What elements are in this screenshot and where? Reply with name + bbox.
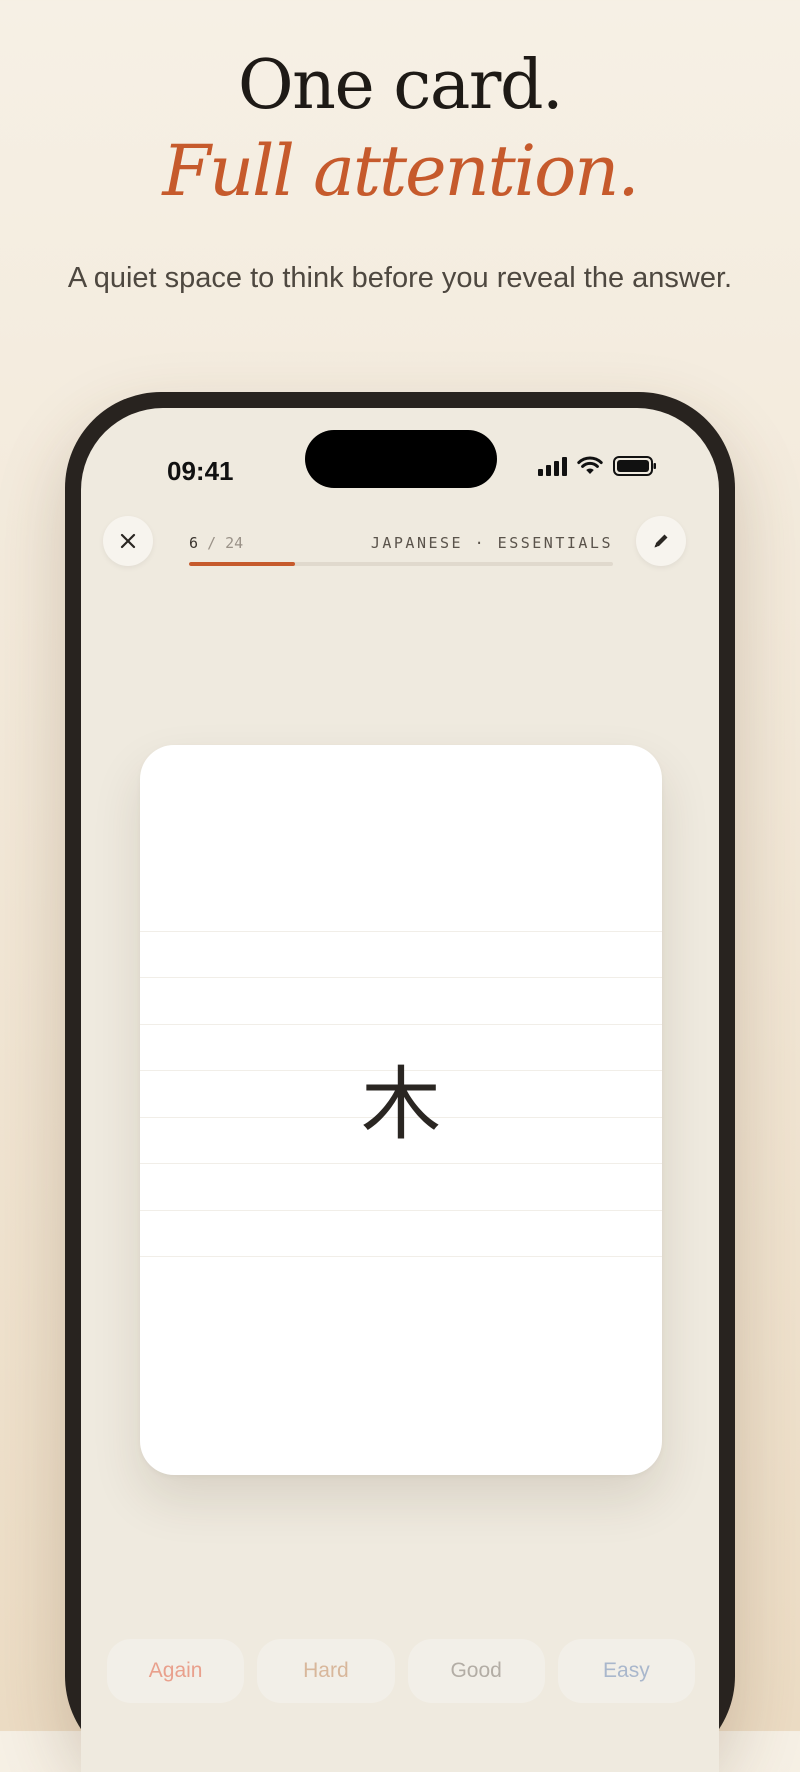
good-button[interactable]: Good	[407, 1639, 545, 1703]
phone-frame: 09:41 6 / 24 JAPANESE · ESSENTIALS 木 Aga…	[65, 392, 735, 1772]
pencil-icon	[654, 534, 668, 548]
dynamic-island	[305, 430, 497, 488]
cellular-signal-icon	[538, 456, 567, 476]
card-rule-line	[140, 931, 662, 932]
card-rule-line	[140, 1163, 662, 1164]
easy-button[interactable]: Easy	[557, 1639, 695, 1703]
battery-icon	[613, 456, 656, 476]
status-icons	[538, 452, 657, 480]
counter-total: 24	[225, 534, 244, 552]
headline-line-1: One card.	[237, 46, 564, 125]
card-rule-line	[140, 1256, 662, 1257]
counter-separator: /	[207, 534, 217, 552]
subtitle: A quiet space to think before you reveal…	[67, 262, 733, 294]
card-front-text: 木	[361, 1058, 441, 1151]
headline-line-2: Full attention.	[162, 130, 639, 212]
card-rule-line	[140, 1210, 662, 1211]
card-rule-line	[140, 1024, 662, 1025]
status-time: 09:41	[167, 456, 234, 486]
progress-track	[189, 562, 613, 566]
hard-button[interactable]: Hard	[257, 1639, 395, 1703]
headline: One card. Full attention.	[0, 46, 800, 212]
close-icon	[120, 533, 136, 549]
again-button[interactable]: Again	[107, 1639, 245, 1703]
phone-screen: 09:41 6 / 24 JAPANESE · ESSENTIALS 木 Aga…	[81, 408, 719, 1772]
card-counter: 6 / 24	[189, 534, 243, 552]
flashcard[interactable]: 木	[140, 745, 662, 1475]
deck-name: JAPANESE · ESSENTIALS	[370, 534, 613, 552]
wifi-icon	[577, 456, 603, 474]
edit-button[interactable]	[636, 516, 686, 566]
card-rule-line	[140, 977, 662, 978]
session-progress: 6 / 24 JAPANESE · ESSENTIALS	[189, 534, 613, 566]
counter-current: 6	[189, 534, 199, 552]
close-button[interactable]	[103, 516, 153, 566]
progress-fill	[189, 562, 295, 566]
grade-buttons: Again Hard Good Easy	[107, 1639, 695, 1703]
